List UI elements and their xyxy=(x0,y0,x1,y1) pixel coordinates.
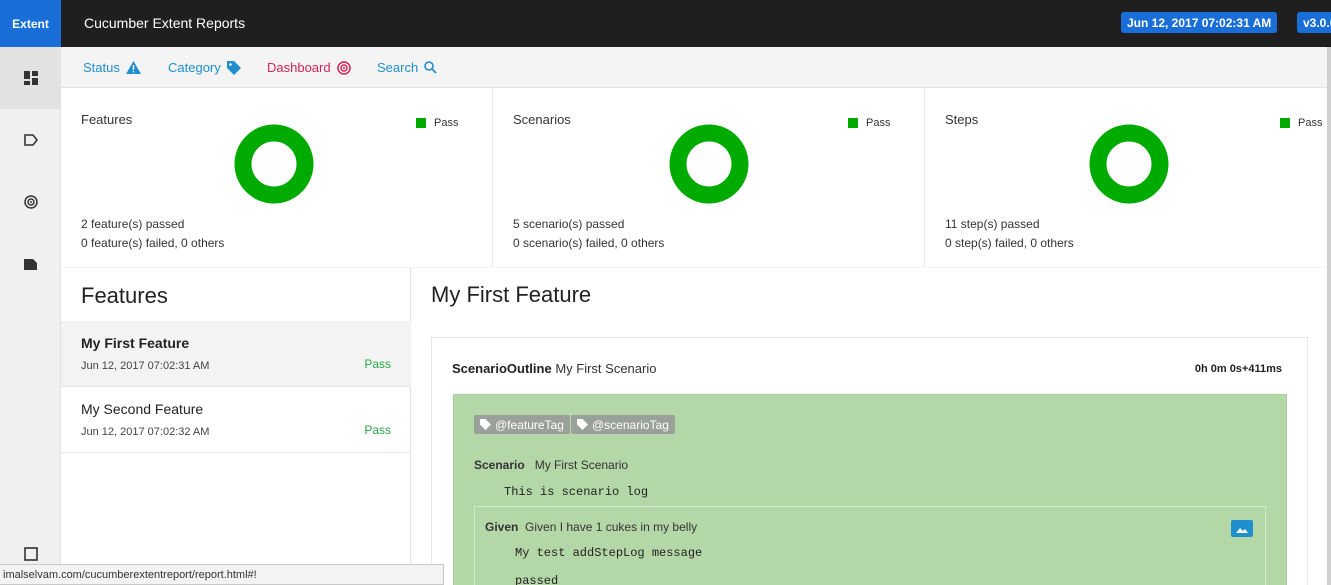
scenario-keyword: ScenarioOutline xyxy=(452,361,552,376)
scenario-tag-badge[interactable]: @scenarioTag xyxy=(571,415,675,434)
label-nav-item[interactable] xyxy=(0,233,61,295)
features-donut-chart xyxy=(234,124,314,204)
feature-name: My First Feature xyxy=(81,335,190,351)
window-icon xyxy=(23,547,38,561)
browser-status-bar: imalselvam.com/cucumberextentreport/repo… xyxy=(0,564,444,585)
card-title: Features xyxy=(81,112,133,127)
status-filter[interactable]: Status xyxy=(83,60,141,75)
steps-donut-chart xyxy=(1089,124,1169,204)
category-filter[interactable]: Category xyxy=(168,60,241,75)
scenario-log: This is scenario log xyxy=(504,485,649,499)
stat-failed: 0 scenario(s) failed, 0 others xyxy=(513,236,665,250)
brand-logo[interactable]: Extent xyxy=(0,0,61,47)
target-icon xyxy=(23,195,38,209)
step-header: Given Given I have 1 cukes in my belly xyxy=(485,520,697,534)
dashboard-icon xyxy=(23,71,38,85)
tag-icon xyxy=(226,60,241,75)
pass-swatch xyxy=(1280,118,1290,128)
features-summary-card: Features Pass 2 feature(s) passed 0 feat… xyxy=(61,88,493,267)
vertical-scrollbar[interactable] xyxy=(1327,47,1331,585)
tag-label: @featureTag xyxy=(495,417,564,432)
scenario-card: ScenarioOutline My First Scenario 0h 0m … xyxy=(431,337,1308,585)
target-icon xyxy=(336,60,351,75)
category-nav-item[interactable] xyxy=(0,109,61,171)
stat-passed: 11 step(s) passed xyxy=(945,217,1040,231)
dashboard-link[interactable]: Dashboard xyxy=(267,60,351,75)
feature-detail-title: My First Feature xyxy=(431,282,592,307)
category-label: Category xyxy=(168,60,221,75)
card-title: Steps xyxy=(945,112,979,127)
feature-list-item[interactable]: My First Feature Jun 12, 2017 07:02:31 A… xyxy=(61,321,411,387)
feature-list-panel: Features My First Feature Jun 12, 2017 0… xyxy=(61,268,411,585)
feature-name: My Second Feature xyxy=(81,401,204,417)
chart-legend: Pass xyxy=(1280,117,1322,129)
feature-tag-badge[interactable]: @featureTag xyxy=(474,415,570,434)
step-text: Given I have 1 cukes in my belly xyxy=(525,520,698,534)
chart-legend: Pass xyxy=(848,117,890,129)
legend-label: Pass xyxy=(866,117,891,129)
stat-failed: 0 step(s) failed, 0 others xyxy=(945,236,1074,250)
sub-nav: Status Category Dashboard Search xyxy=(61,47,1331,88)
scenario-label: Scenario xyxy=(474,458,525,472)
step-log: My test addStepLog message xyxy=(515,546,703,560)
tag-icon xyxy=(23,134,38,146)
feature-date: Jun 12, 2017 07:02:31 AM xyxy=(81,360,210,372)
step-keyword: Given xyxy=(485,520,519,534)
image-icon xyxy=(1236,527,1248,533)
card-title: Scenarios xyxy=(513,112,571,127)
scenario-duration: 0h 0m 0s+411ms xyxy=(1194,363,1282,375)
dashboard-nav-item[interactable] xyxy=(0,47,61,109)
scenario-label-name: My First Scenario xyxy=(534,458,629,472)
top-bar: Extent Cucumber Extent Reports Jun 12, 2… xyxy=(0,0,1331,47)
status-label: Status xyxy=(83,60,120,75)
search-link[interactable]: Search xyxy=(377,60,437,75)
feature-status: Pass xyxy=(364,357,391,371)
search-icon xyxy=(424,61,437,74)
legend-label: Pass xyxy=(1298,117,1323,129)
dashboard-label: Dashboard xyxy=(267,60,331,75)
target-nav-item[interactable] xyxy=(0,171,61,233)
legend-label: Pass xyxy=(434,117,459,129)
scenarios-summary-card: Scenarios Pass 5 scenario(s) passed 0 sc… xyxy=(493,88,925,267)
tag-icon xyxy=(480,419,491,430)
version-badge: v3.0.0 xyxy=(1297,12,1331,33)
step-log-status: passed xyxy=(515,574,559,585)
label-icon xyxy=(24,258,37,270)
screenshot-button[interactable] xyxy=(1231,520,1253,537)
tag-label: @scenarioTag xyxy=(592,417,669,432)
pass-swatch xyxy=(416,118,426,128)
chart-legend: Pass xyxy=(416,117,458,129)
scenario-body: @featureTag @scenarioTag Scenario My Fir… xyxy=(453,394,1287,585)
stat-passed: 2 feature(s) passed xyxy=(81,217,185,231)
scenario-name: My First Scenario xyxy=(555,361,657,376)
steps-summary-card: Steps Pass 11 step(s) passed 0 step(s) f… xyxy=(925,88,1331,267)
report-date-badge: Jun 12, 2017 07:02:31 AM xyxy=(1121,12,1278,33)
feature-date: Jun 12, 2017 07:02:32 AM xyxy=(81,426,210,438)
scenarios-donut-chart xyxy=(669,124,749,204)
feature-list-item[interactable]: My Second Feature Jun 12, 2017 07:02:32 … xyxy=(61,387,411,453)
search-label: Search xyxy=(377,60,419,75)
pass-swatch xyxy=(848,118,858,128)
warning-icon xyxy=(125,61,141,74)
step-row: Given Given I have 1 cukes in my belly M… xyxy=(474,506,1266,585)
feature-status: Pass xyxy=(364,423,391,437)
stat-failed: 0 feature(s) failed, 0 others xyxy=(81,236,225,250)
report-title: Cucumber Extent Reports xyxy=(84,15,246,31)
tag-icon xyxy=(577,419,588,430)
stat-passed: 5 scenario(s) passed xyxy=(513,217,625,231)
feature-list-heading: Features xyxy=(81,283,168,308)
scenario-header[interactable]: ScenarioOutline My First Scenario xyxy=(452,361,656,376)
scenario-line: Scenario My First Scenario xyxy=(474,458,628,472)
feature-detail-panel: My First Feature ScenarioOutline My Firs… xyxy=(411,268,1327,585)
side-nav xyxy=(0,47,61,585)
